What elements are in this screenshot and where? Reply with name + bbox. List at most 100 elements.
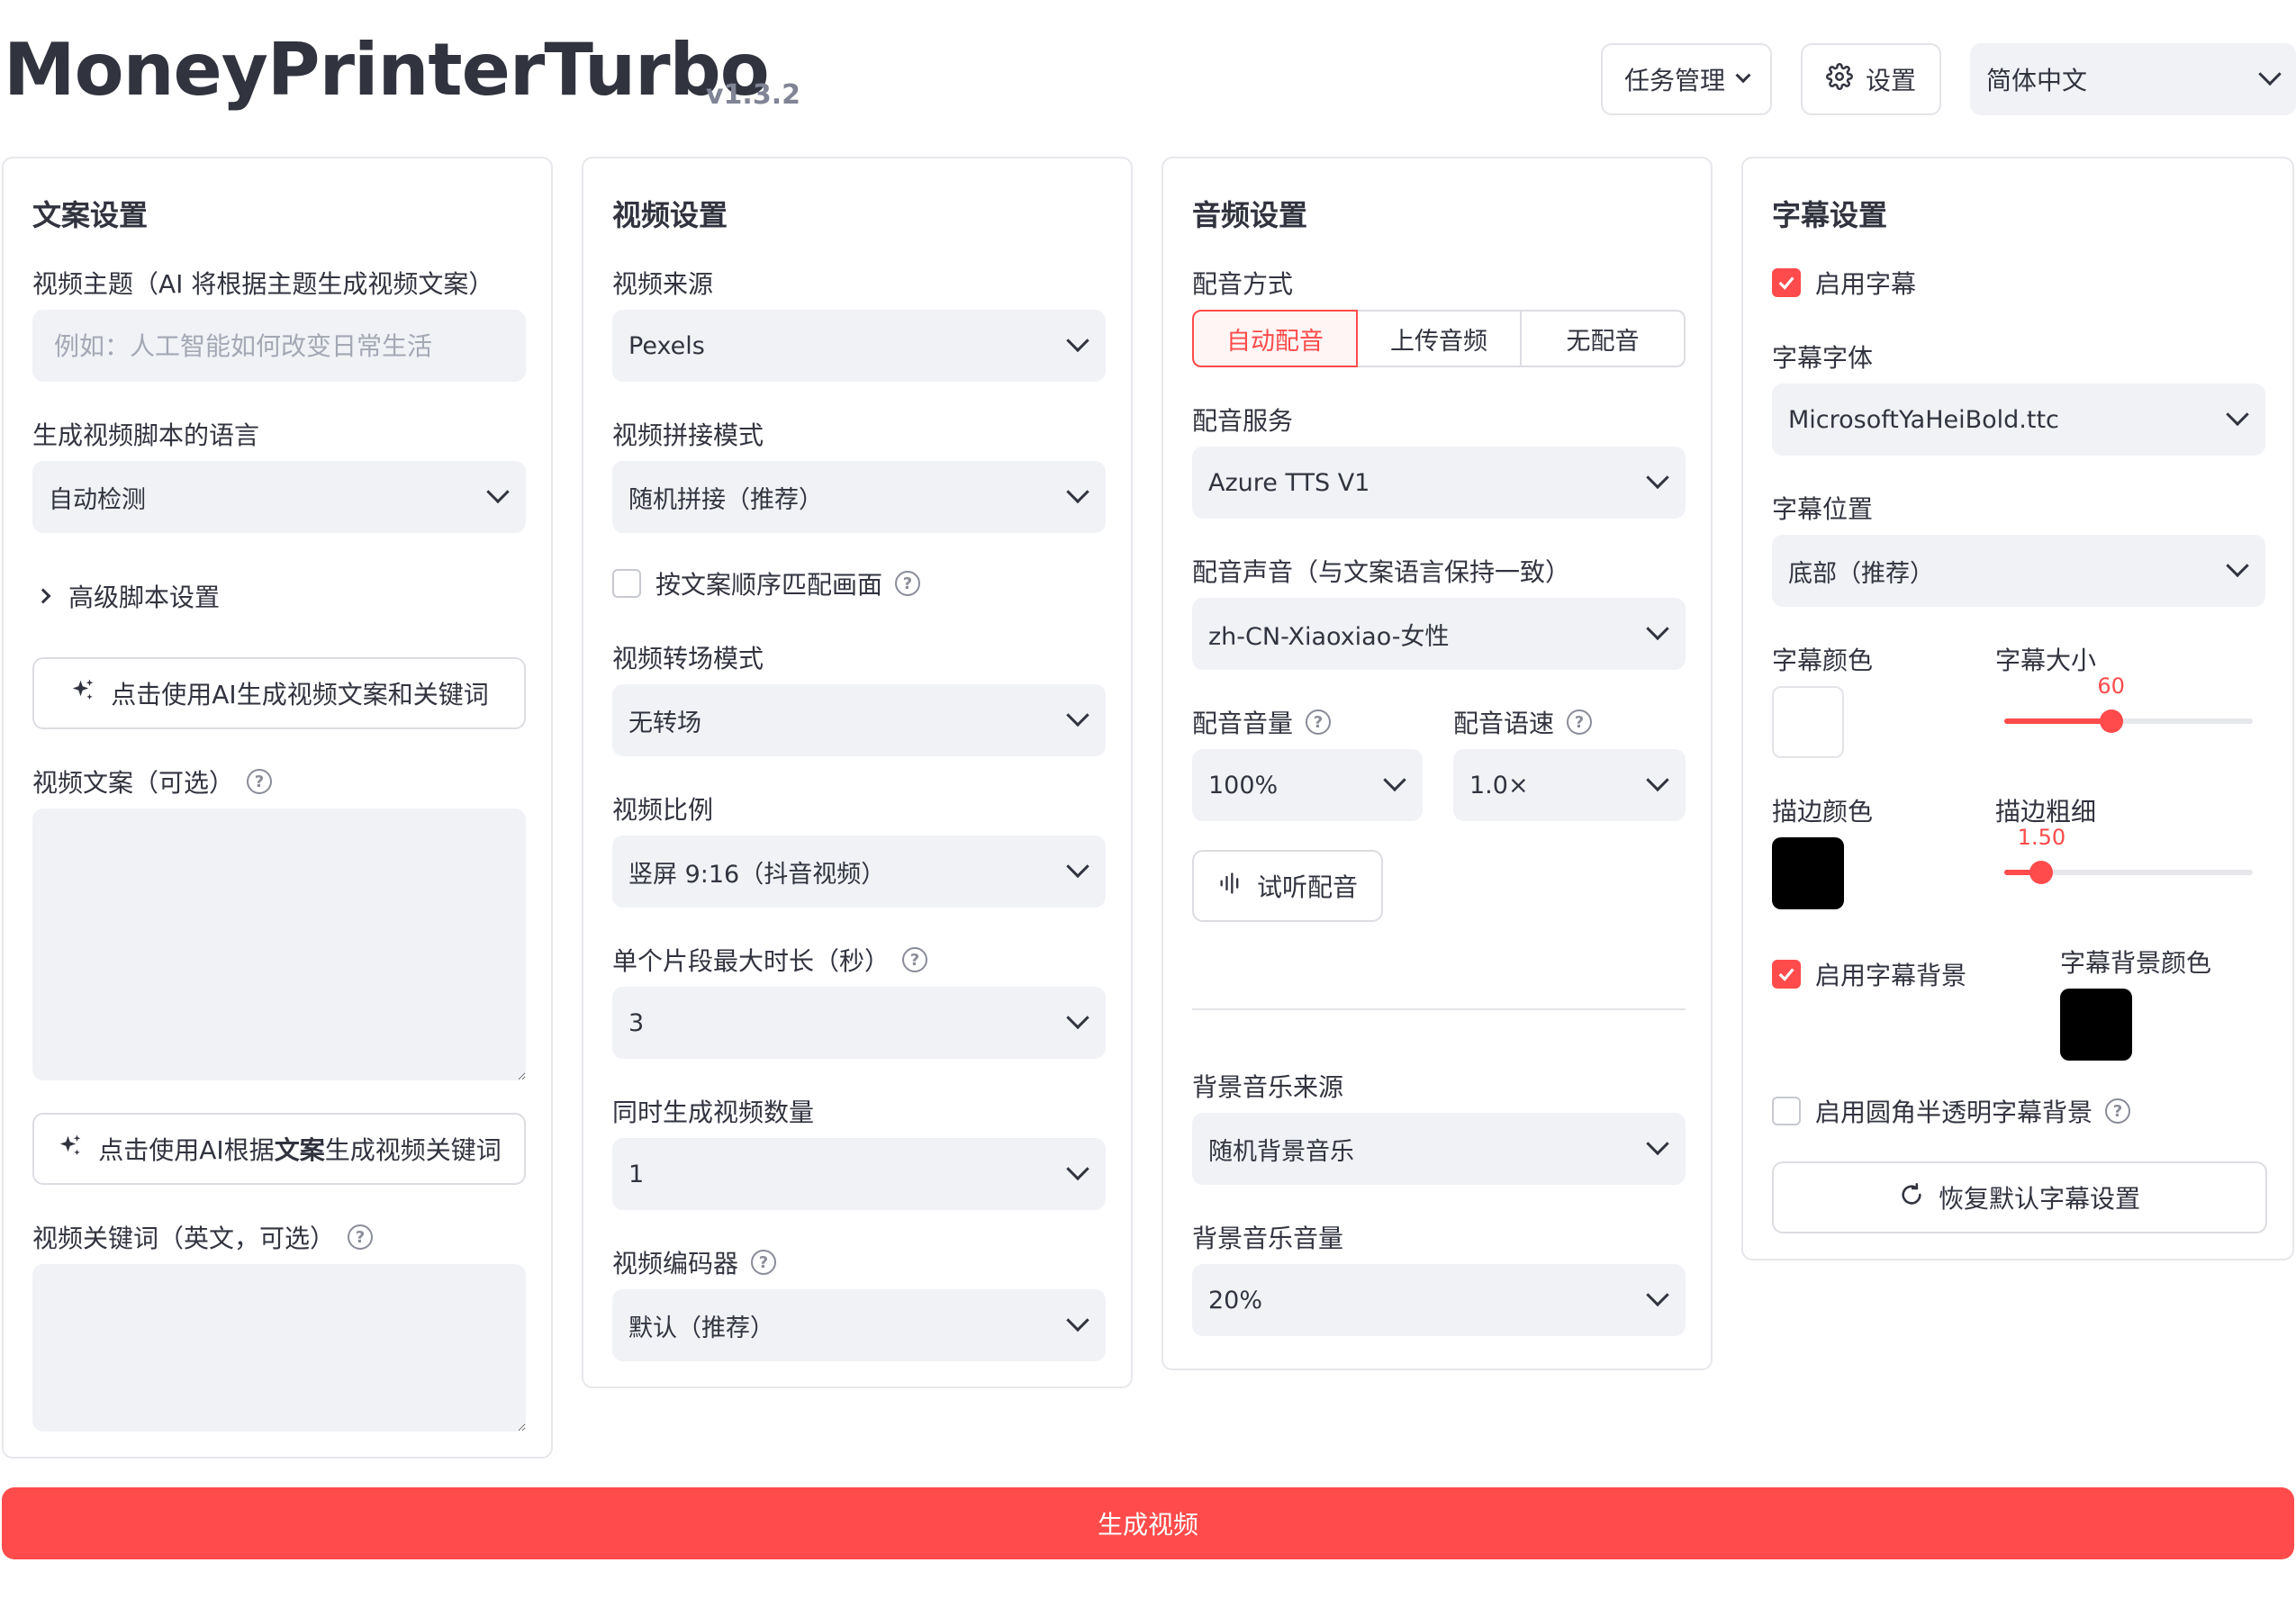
chevron-down-icon (2226, 554, 2249, 578)
select-value: 1 (628, 1160, 645, 1188)
help-icon[interactable]: ? (2105, 1098, 2131, 1124)
subtitle-bg-color-label: 字幕背景颜色 (2060, 948, 2212, 978)
bgm-source-label: 背景音乐来源 (1192, 1072, 1344, 1102)
subtitle-color-picker[interactable] (1772, 686, 1844, 758)
voice-volume-select[interactable]: 100% (1192, 749, 1423, 821)
enable-subtitle-checkbox[interactable] (1772, 268, 1801, 297)
divider (1192, 1008, 1686, 1010)
gear-icon (1826, 62, 1853, 96)
aspect-ratio-select[interactable]: 竖屏 9:16（抖音视频） (612, 836, 1106, 908)
clip-duration-label: 单个片段最大时长（秒） ? (612, 942, 928, 978)
help-icon[interactable]: ? (1567, 709, 1593, 735)
chevron-down-icon (1066, 1157, 1089, 1181)
video-source-select[interactable]: Pexels (612, 310, 1106, 382)
script-textarea[interactable] (32, 809, 526, 1080)
subtitle-position-select[interactable]: 底部（推荐） (1772, 535, 2265, 607)
voice-mode-auto[interactable]: 自动配音 (1192, 310, 1358, 367)
generate-script-button[interactable]: 点击使用AI生成视频文案和关键词 (32, 657, 526, 729)
voice-rate-label-text: 配音语速 (1453, 709, 1555, 738)
voice-rate-label: 配音语速 ? (1453, 704, 1593, 740)
select-value: 100% (1208, 771, 1279, 800)
select-value: Pexels (628, 331, 705, 360)
select-value: 竖屏 9:16（抖音视频） (628, 860, 886, 889)
tts-service-select[interactable]: Azure TTS V1 (1192, 447, 1686, 519)
rounded-bg-checkbox[interactable] (1772, 1097, 1801, 1125)
chevron-down-icon (1383, 768, 1406, 792)
clip-duration-select[interactable]: 3 (612, 987, 1106, 1059)
bgm-volume-label: 背景音乐音量 (1192, 1224, 1344, 1253)
subtitle-font-label: 字幕字体 (1772, 343, 1874, 373)
select-value: zh-CN-Xiaoxiao-女性 (1208, 622, 1450, 651)
match-order-label-text: 按文案顺序匹配画面 (655, 570, 883, 600)
help-icon[interactable]: ? (751, 1250, 777, 1275)
video-settings-panel: 视频设置 视频来源 Pexels 视频拼接模式 随机拼接（推荐） 按文案顺序匹配… (582, 157, 1133, 1388)
language-value: 简体中文 (1986, 66, 2088, 95)
stroke-width-slider[interactable]: 1.50 (2004, 825, 2253, 884)
select-value: 底部（推荐） (1788, 559, 1934, 588)
stroke-color-label: 描边颜色 (1772, 797, 1874, 827)
match-order-checkbox[interactable] (612, 569, 641, 598)
subtitle-bg-color-picker[interactable] (2060, 989, 2132, 1061)
select-value: 1.0× (1469, 771, 1529, 800)
preview-voice-button[interactable]: 试听配音 (1192, 850, 1383, 922)
help-icon[interactable]: ? (1306, 709, 1332, 735)
slider-thumb[interactable] (2099, 709, 2123, 733)
select-value: 无转场 (628, 709, 701, 737)
voice-mode-upload[interactable]: 上传音频 (1358, 310, 1522, 367)
subtitle-font-select[interactable]: MicrosoftYaHeiBold.ttc (1772, 384, 2265, 456)
generate-keywords-button[interactable]: 点击使用AI根据文案生成视频关键词 (32, 1113, 526, 1185)
reset-subtitle-label: 恢复默认字幕设置 (1938, 1184, 2140, 1214)
video-count-label: 同时生成视频数量 (612, 1098, 815, 1127)
chevron-down-icon (1066, 1308, 1089, 1332)
concat-mode-select[interactable]: 随机拼接（推荐） (612, 461, 1106, 533)
rounded-bg-label: 启用圆角半透明字幕背景 ? (1815, 1093, 2131, 1129)
codec-select[interactable]: 默认（推荐） (612, 1289, 1106, 1361)
video-count-select[interactable]: 1 (612, 1138, 1106, 1210)
script-language-select[interactable]: 自动检测 (32, 461, 526, 533)
subtitle-size-label: 字幕大小 (1995, 646, 2097, 675)
select-value: Azure TTS V1 (1208, 468, 1370, 497)
task-management-button[interactable]: 任务管理 (1601, 43, 1772, 115)
topic-input[interactable] (32, 310, 526, 382)
enable-subtitle-bg-label: 启用字幕背景 (1815, 961, 1967, 990)
help-icon[interactable]: ? (902, 947, 928, 972)
panel-title: 音频设置 (1192, 198, 1308, 232)
help-icon[interactable]: ? (348, 1224, 374, 1250)
voice-mode-none[interactable]: 无配音 (1522, 310, 1686, 367)
rounded-bg-label-text: 启用圆角半透明字幕背景 (1815, 1098, 2093, 1127)
keywords-label: 视频关键词（英文，可选） ? (32, 1219, 374, 1255)
generate-video-button[interactable]: 生成视频 (2, 1487, 2294, 1559)
slider-value: 60 (2097, 673, 2125, 699)
advanced-script-label: 高级脚本设置 (68, 583, 221, 612)
bgm-source-select[interactable]: 随机背景音乐 (1192, 1113, 1686, 1185)
chevron-down-icon (1066, 480, 1089, 504)
tts-service-label: 配音服务 (1192, 406, 1294, 436)
help-icon[interactable]: ? (895, 571, 921, 596)
task-management-label: 任务管理 (1623, 66, 1725, 95)
language-select[interactable]: 简体中文 (1970, 43, 2296, 115)
chevron-down-icon (1066, 329, 1089, 353)
audio-wave-icon (1217, 871, 1243, 902)
settings-label: 设置 (1865, 66, 1916, 95)
subtitle-size-slider[interactable]: 60 (2004, 673, 2253, 733)
select-value: 20% (1208, 1286, 1263, 1314)
advanced-script-expander[interactable]: 高级脚本设置 (32, 578, 220, 614)
bgm-volume-select[interactable]: 20% (1192, 1264, 1686, 1336)
app-header: MoneyPrinterTurbo v1.3.2 任务管理 设置 简体中文 (0, 0, 2296, 135)
slider-thumb[interactable] (2029, 861, 2054, 884)
stroke-color-picker[interactable] (1772, 837, 1844, 909)
transition-mode-select[interactable]: 无转场 (612, 684, 1106, 756)
keywords-textarea[interactable] (32, 1264, 526, 1432)
voice-label: 配音声音（与文案语言保持一致） (1192, 557, 1571, 587)
voice-rate-select[interactable]: 1.0× (1453, 749, 1686, 821)
settings-button[interactable]: 设置 (1801, 43, 1941, 115)
enable-subtitle-bg-checkbox[interactable] (1772, 960, 1801, 989)
select-value: 默认（推荐） (628, 1314, 774, 1342)
reset-subtitle-button[interactable]: 恢复默认字幕设置 (1772, 1161, 2267, 1233)
help-icon[interactable]: ? (247, 769, 273, 794)
slider-fill (2004, 718, 2111, 724)
slider-value: 1.50 (2017, 825, 2066, 850)
preview-voice-label: 试听配音 (1256, 872, 1358, 902)
voice-select[interactable]: zh-CN-Xiaoxiao-女性 (1192, 598, 1686, 670)
chevron-down-icon (1646, 1283, 1669, 1307)
